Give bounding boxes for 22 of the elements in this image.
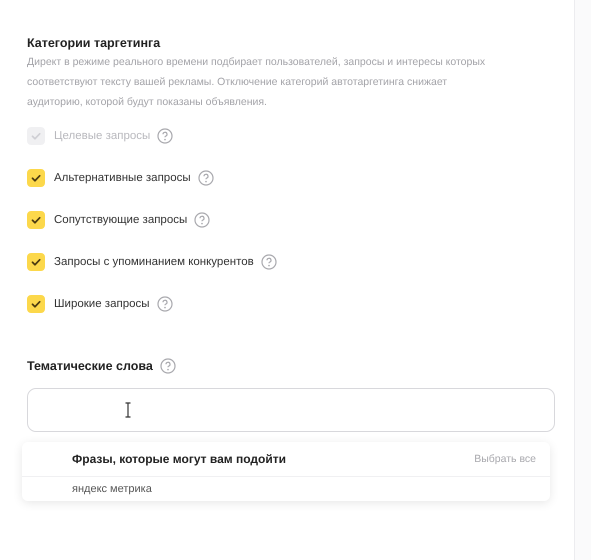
panel-title: Фразы, которые могут вам подойти xyxy=(72,452,286,466)
checkbox-label: Сопутствующие запросы xyxy=(54,214,188,226)
section-title: Категории таргетинга xyxy=(27,36,162,50)
checkbox[interactable] xyxy=(27,211,45,229)
help-icon[interactable] xyxy=(157,128,174,144)
checkbox[interactable] xyxy=(27,169,45,187)
text-cursor-icon xyxy=(124,402,132,418)
section-description: Директ в режиме реального времени подбирает пользователей, запросы и интересы которых соответствуют тексту вашей рекламы. Отключение категорий автотаргетинга снижает аудиторию, которой будут показаны объявления. xyxy=(27,55,486,110)
help-icon[interactable] xyxy=(160,358,176,374)
suggestion-item[interactable]: яндекс метрика xyxy=(22,477,550,501)
input-field[interactable] xyxy=(27,388,555,432)
checkbox-label: Широкие запросы xyxy=(54,298,150,310)
field-label: Тематические слова xyxy=(27,359,153,373)
help-icon[interactable] xyxy=(198,170,214,186)
help-icon[interactable] xyxy=(260,254,277,270)
checkbox[interactable] xyxy=(27,295,45,313)
help-icon[interactable] xyxy=(156,296,173,312)
help-icon[interactable] xyxy=(194,212,210,228)
checkbox-label: Запросы с упоминанием конкурентов xyxy=(54,256,254,268)
checkbox-label: Альтернативные запросы xyxy=(54,172,191,184)
checkbox-label: Целевые запросы xyxy=(54,130,150,142)
checkbox[interactable] xyxy=(27,253,45,271)
